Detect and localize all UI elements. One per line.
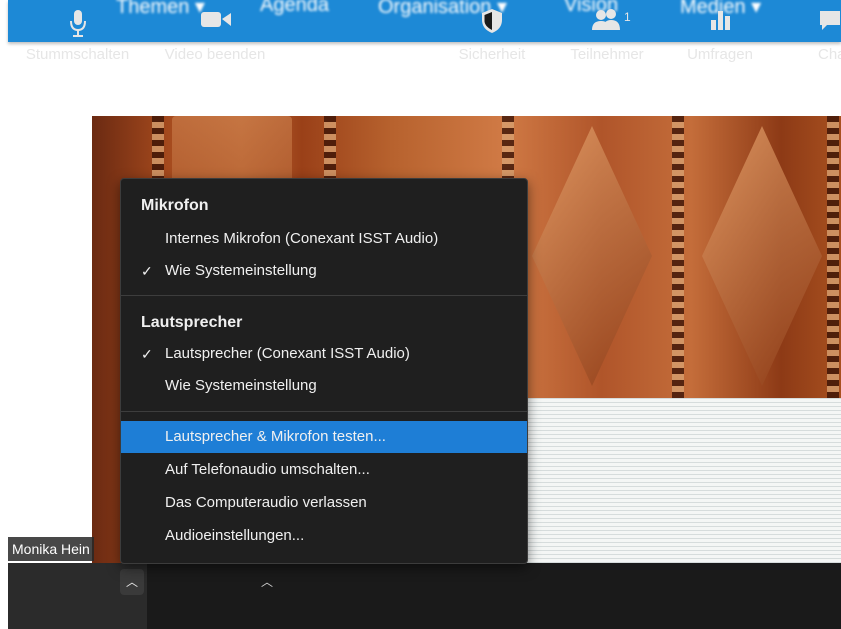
video-texture — [827, 116, 839, 406]
polls-button[interactable]: Umfragen — [676, 0, 764, 66]
menu-item-label: Lautsprecher & Mikrofon testen... — [165, 428, 386, 445]
microphone-icon — [68, 8, 88, 42]
menu-item-switch-phone-audio[interactable]: Auf Telefonaudio umschalten... — [121, 454, 527, 486]
video-camera-icon — [199, 8, 233, 34]
menu-item-internal-microphone[interactable]: Internes Mikrofon (Conexant ISST Audio) — [121, 223, 527, 255]
menu-divider — [121, 411, 527, 412]
participants-count: 1 — [624, 10, 631, 24]
menu-item-label: Auf Telefonaudio umschalten... — [165, 461, 370, 478]
menu-item-speaker-conexant[interactable]: ✓ Lautsprecher (Conexant ISST Audio) — [121, 338, 527, 370]
menu-divider — [121, 295, 527, 296]
mute-button[interactable]: Stummschalten — [8, 0, 147, 66]
menu-item-label: Das Computeraudio verlassen — [165, 494, 367, 511]
speaker-section-header: Lautsprecher — [141, 314, 243, 331]
stop-video-button[interactable]: Video beenden — [150, 0, 280, 66]
menu-item-label: Wie Systemeinstellung — [165, 262, 317, 279]
shield-icon — [481, 8, 503, 38]
polls-label: Umfragen — [687, 46, 753, 63]
chevron-up-icon: ︿ — [261, 575, 274, 589]
mute-label: Stummschalten — [25, 46, 130, 63]
video-texture — [672, 116, 684, 406]
audio-options-menu: Mikrofon Internes Mikrofon (Conexant ISS… — [120, 178, 528, 564]
participants-button[interactable]: 1 Teilnehmer — [560, 0, 654, 66]
chat-bubble-icon — [818, 8, 841, 36]
video-texture — [532, 126, 652, 386]
menu-item-label: Audioeinstellungen... — [165, 527, 305, 544]
menu-item-label: Internes Mikrofon (Conexant ISST Audio) — [165, 230, 439, 247]
menu-item-leave-computer-audio[interactable]: Das Computeraudio verlassen — [121, 487, 527, 519]
menu-item-mic-system-default[interactable]: ✓ Wie Systemeinstellung — [121, 255, 527, 287]
participants-icon — [591, 8, 623, 36]
menu-item-label: Wie Systemeinstellung — [165, 377, 317, 394]
participant-name-tag: Monika Hein — [8, 537, 94, 561]
audio-options-caret[interactable]: ︿ — [120, 569, 144, 595]
checkmark-icon: ✓ — [141, 263, 153, 279]
menu-item-speaker-system-default[interactable]: Wie Systemeinstellung — [121, 370, 527, 402]
checkmark-icon: ✓ — [141, 346, 153, 362]
menu-item-audio-settings[interactable]: Audioeinstellungen... — [121, 520, 527, 552]
participants-label: Teilnehmer — [570, 46, 644, 63]
security-button[interactable]: Sicherheit — [450, 0, 534, 66]
chat-button[interactable]: Chat — [804, 0, 841, 66]
menu-item-test-speaker-mic[interactable]: Lautsprecher & Mikrofon testen... — [121, 421, 527, 453]
chat-label: Chat — [818, 46, 841, 63]
stop-video-label: Video beenden — [164, 46, 266, 63]
menu-item-label: Lautsprecher (Conexant ISST Audio) — [165, 345, 410, 362]
video-options-caret[interactable]: ︿ — [261, 569, 273, 595]
microphone-section-header: Mikrofon — [141, 197, 209, 214]
security-label: Sicherheit — [458, 46, 526, 63]
video-texture — [702, 126, 822, 386]
chevron-up-icon: ︿ — [125, 575, 138, 589]
bar-chart-icon — [709, 8, 731, 36]
